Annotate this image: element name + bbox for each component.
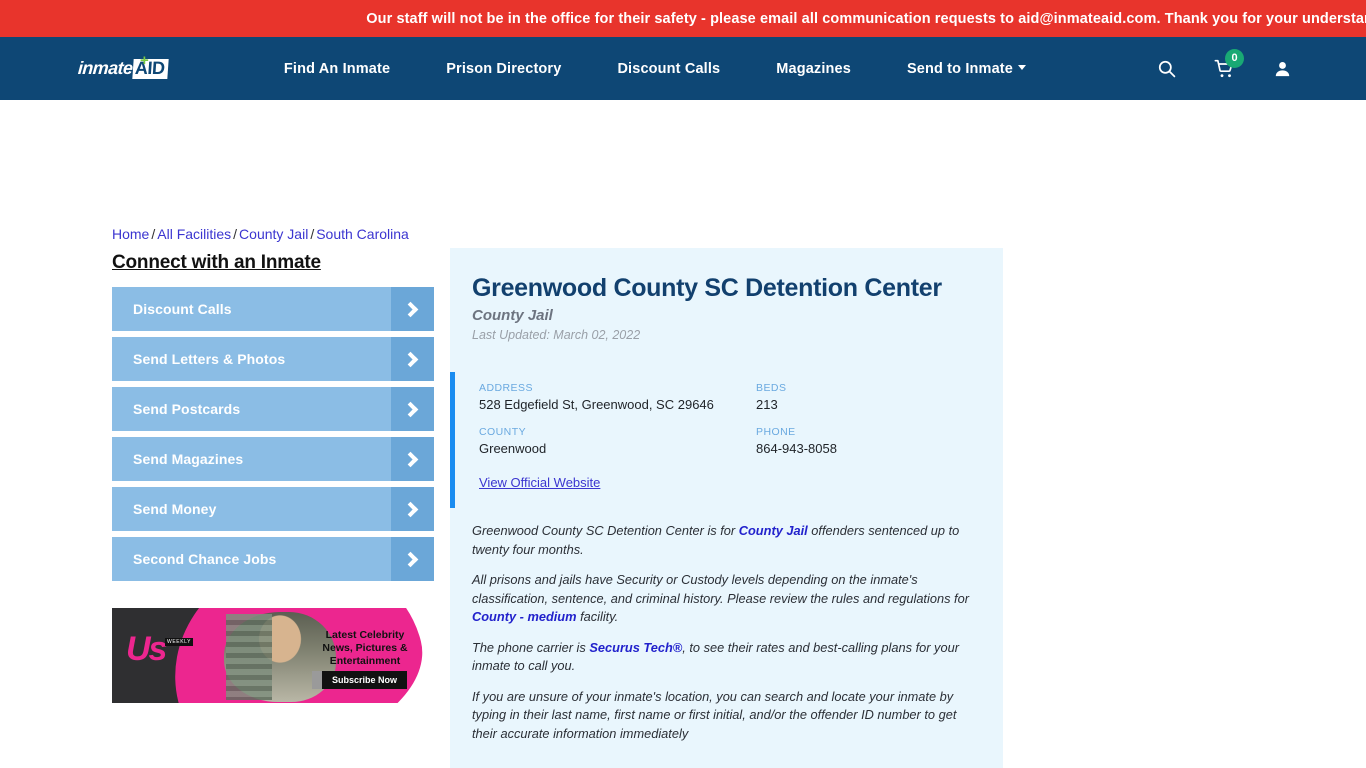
- info-label: PHONE: [756, 426, 796, 438]
- description-paragraph-4: If you are unsure of your inmate's locat…: [472, 688, 957, 741]
- plus-icon: +: [140, 51, 149, 69]
- search-icon[interactable]: [1157, 59, 1176, 78]
- breadcrumb-separator: /: [310, 226, 315, 242]
- nav-item-send-to-inmate[interactable]: Send to Inmate: [879, 61, 1054, 77]
- nav-label: Magazines: [776, 60, 851, 77]
- sidebar-item-discount-calls[interactable]: Discount Calls: [112, 287, 434, 331]
- logo-word: inmate: [77, 58, 134, 78]
- nav-label: Prison Directory: [446, 60, 562, 77]
- nav-item-find-an-inmate[interactable]: Find An Inmate: [256, 61, 418, 77]
- page-title: Greenwood County SC Detention Center: [472, 274, 942, 302]
- chevron-right-icon: [391, 387, 434, 431]
- view-official-website-link[interactable]: View Official Website: [479, 475, 600, 490]
- cart-icon[interactable]: 0: [1214, 48, 1244, 79]
- cart-count-badge: 0: [1225, 48, 1244, 68]
- info-field-phone: PHONE 864-943-8058: [756, 426, 1003, 456]
- county-jail-link[interactable]: County Jail: [739, 523, 808, 538]
- sidebar-item-label: Send Money: [133, 501, 217, 517]
- ad-copy-line-1: Latest Celebrity: [325, 629, 405, 641]
- facility-card: Greenwood County SC Detention Center Cou…: [450, 248, 1003, 768]
- chevron-right-icon: [391, 287, 434, 331]
- info-label: BEDS: [756, 382, 787, 394]
- facility-info-block: ADDRESS 528 Edgefield St, Greenwood, SC …: [450, 372, 1003, 508]
- breadcrumb: Home / All Facilities / County Jail / South Ca…: [112, 226, 409, 242]
- last-updated: Last Updated: March 02, 2022: [472, 328, 641, 342]
- securus-tech-link[interactable]: Securus Tech®: [589, 640, 682, 655]
- nav-links: Find An Inmate Prison Directory Discount…: [256, 61, 1054, 77]
- info-field-county: COUNTY Greenwood: [479, 426, 756, 456]
- county-medium-link[interactable]: County - medium: [472, 609, 577, 624]
- site-logo[interactable]: inmate AID +: [77, 51, 169, 82]
- description-paragraph-1: Greenwood County SC Detention Center is …: [472, 522, 981, 559]
- info-field-address: ADDRESS 528 Edgefield St, Greenwood, SC …: [479, 382, 756, 412]
- chevron-right-icon: [391, 337, 434, 381]
- description-paragraph-2: All prisons and jails have Security or C…: [472, 571, 981, 627]
- facility-info-grid: ADDRESS 528 Edgefield St, Greenwood, SC …: [479, 382, 1003, 456]
- chevron-down-icon: [1017, 65, 1026, 71]
- nav-label: Discount Calls: [617, 60, 721, 77]
- paragraph-3-text-a: The phone carrier is: [472, 639, 590, 655]
- card-bottom-spacer: [450, 743, 1003, 768]
- sidebar-title: Connect with an Inmate: [112, 252, 321, 273]
- nav-item-magazines[interactable]: Magazines: [748, 61, 879, 77]
- ad-copy: Latest Celebrity News, Pictures & Entert…: [311, 629, 419, 668]
- info-value: 528 Edgefield St, Greenwood, SC 29646: [479, 397, 714, 412]
- breadcrumb-item-all-facilities[interactable]: All Facilities: [157, 226, 231, 242]
- sidebar-item-label: Send Postcards: [133, 401, 241, 417]
- info-label: COUNTY: [479, 426, 527, 438]
- info-value: 213: [756, 397, 778, 412]
- breadcrumb-item-south-carolina[interactable]: South Carolina: [316, 226, 409, 242]
- sidebar-item-label: Send Magazines: [133, 451, 244, 467]
- info-value: 864-943-8058: [756, 441, 837, 456]
- nav-label: Find An Inmate: [283, 60, 391, 77]
- ad-photo-shelves: [226, 614, 272, 700]
- breadcrumb-separator: /: [233, 226, 238, 242]
- sidebar: Connect with an Inmate Discount Calls Se…: [112, 252, 434, 587]
- breadcrumb-item-county-jail[interactable]: County Jail: [239, 226, 308, 242]
- sidebar-item-second-chance-jobs[interactable]: Second Chance Jobs: [112, 537, 434, 581]
- facility-type: County Jail: [472, 307, 553, 324]
- description-paragraph-3: The phone carrier is Securus Tech®, to s…: [472, 639, 981, 676]
- sidebar-item-send-money[interactable]: Send Money: [112, 487, 434, 531]
- user-icon[interactable]: [1273, 59, 1292, 79]
- breadcrumb-separator: /: [151, 226, 156, 242]
- sidebar-item-send-letters-photos[interactable]: Send Letters & Photos: [112, 337, 434, 381]
- sidebar-item-label: Discount Calls: [133, 301, 232, 317]
- ad-brand-tag: WEEKLY: [165, 638, 194, 646]
- logo-badge: AID: [132, 58, 169, 79]
- info-field-beds: BEDS 213: [756, 382, 1003, 412]
- info-value: Greenwood: [479, 441, 547, 456]
- page-body: Home / All Facilities / County Jail / South Ca…: [0, 100, 1366, 768]
- chevron-right-icon: [391, 487, 434, 531]
- site-alert-banner: Our staff will not be in the office for …: [0, 0, 1366, 37]
- facility-description: Greenwood County SC Detention Center is …: [450, 508, 1003, 743]
- nav-label: Send to Inmate: [906, 60, 1013, 77]
- paragraph-1-text-a: Greenwood County SC Detention Center is …: [472, 523, 739, 538]
- breadcrumb-item-home[interactable]: Home: [112, 226, 149, 242]
- alert-banner-text: Our staff will not be in the office for …: [366, 10, 1366, 27]
- main-navbar: inmate AID + Find An Inmate Prison Direct…: [0, 37, 1366, 100]
- sidebar-item-send-magazines[interactable]: Send Magazines: [112, 437, 434, 481]
- sidebar-item-label: Send Letters & Photos: [133, 351, 286, 367]
- nav-item-prison-directory[interactable]: Prison Directory: [418, 61, 589, 77]
- info-label: ADDRESS: [479, 382, 533, 394]
- ad-copy-line-2: News, Pictures &: [322, 642, 408, 654]
- chevron-right-icon: [391, 437, 434, 481]
- nav-item-discount-calls[interactable]: Discount Calls: [589, 61, 748, 77]
- nav-icon-group: 0: [1157, 48, 1292, 79]
- paragraph-2-text-a: All prisons and jails have Security or C…: [472, 572, 969, 606]
- advertisement-banner[interactable]: Us WEEKLY Latest Celebrity News, Picture…: [112, 608, 423, 703]
- sidebar-item-label: Second Chance Jobs: [133, 551, 277, 567]
- ad-copy-line-3: Entertainment: [329, 655, 401, 667]
- sidebar-item-send-postcards[interactable]: Send Postcards: [112, 387, 434, 431]
- paragraph-2-text-b: facility.: [576, 609, 619, 624]
- ad-subscribe-button[interactable]: Subscribe Now: [311, 671, 407, 689]
- ad-brand-logo: Us: [126, 630, 167, 668]
- chevron-right-icon: [391, 537, 434, 581]
